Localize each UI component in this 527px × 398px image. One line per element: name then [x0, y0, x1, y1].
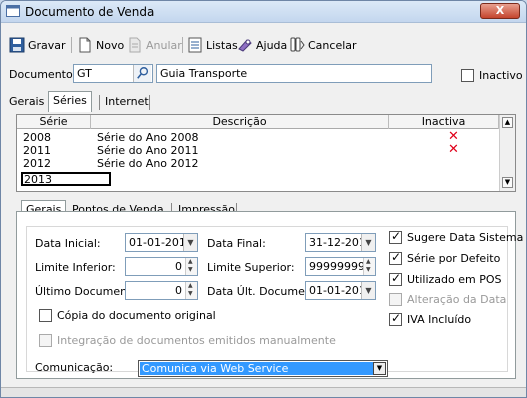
grid-scrollbar[interactable]: ▲ ▼	[499, 115, 515, 191]
alteracao-data-checkbox[interactable]	[389, 293, 402, 306]
comunicacao-select[interactable]: Comunica via Web Service ▼	[138, 360, 388, 377]
check-icon: ✓	[391, 271, 402, 285]
utilizado-pos-checkbox[interactable]: ✓	[389, 271, 402, 286]
spin-up-icon[interactable]: ▲	[366, 259, 371, 265]
cell-serie: 2008	[23, 131, 51, 144]
title-bar: Documento de Venda X	[1, 1, 526, 23]
column-header-descricao[interactable]: Descrição	[91, 115, 389, 129]
table-row[interactable]: 2011 Série do Ano 2011 ✕	[17, 142, 499, 157]
series-grid: Série Descrição Inactiva 2008 Série do A…	[16, 114, 516, 192]
list-icon	[188, 37, 202, 53]
data-final-field[interactable]: 31-12-2013 ▼	[305, 233, 376, 252]
limite-superior-field[interactable]: 999999999 ▲ ▼	[305, 257, 376, 276]
ultimo-documento-spinner[interactable]: ▲ ▼	[185, 282, 197, 299]
limite-superior-spinner[interactable]: ▲ ▼	[363, 258, 375, 275]
inactive-x-icon: ✕	[448, 142, 459, 157]
sugere-data-label: Sugere Data Sistema	[407, 231, 524, 244]
lists-button[interactable]: Listas	[187, 36, 238, 54]
limite-inferior-spinner[interactable]: ▲ ▼	[185, 258, 197, 275]
table-row[interactable]: 2008 Série do Ano 2008 ✕	[17, 130, 499, 144]
inactive-checkbox[interactable]	[461, 69, 474, 82]
main-tabs: Gerais Séries Internet	[5, 91, 305, 112]
cancel-button[interactable]: Cancelar	[289, 36, 357, 54]
document-label: Documento:	[9, 68, 77, 81]
help-button[interactable]: Ajuda	[237, 36, 287, 54]
spin-up-icon[interactable]: ▲	[188, 283, 193, 289]
toolbar-separator	[182, 37, 183, 53]
spin-up-icon[interactable]: ▲	[188, 259, 193, 265]
data-inicial-label: Data Inicial:	[35, 237, 101, 250]
sugere-data-checkbox[interactable]: ✓	[389, 229, 402, 244]
cell-serie: 2012	[23, 157, 51, 170]
column-header-serie[interactable]: Série	[17, 115, 91, 129]
close-button[interactable]: X	[480, 3, 520, 19]
cell-serie: 2011	[23, 144, 51, 157]
limite-inferior-label: Limite Inferior:	[35, 261, 116, 274]
data-ult-documento-field[interactable]: 01-01-2013 ▼	[305, 281, 376, 300]
document-search-button[interactable]	[133, 65, 151, 82]
integracao-label: Integração de documentos emitidos manual…	[57, 334, 336, 347]
data-final-label: Data Final:	[207, 237, 266, 250]
window-icon	[6, 5, 20, 17]
copia-label: Cópia do documento original	[57, 309, 216, 322]
limite-inferior-field[interactable]: 0 ▲ ▼	[125, 257, 198, 276]
comunicacao-value: Comunica via Web Service	[140, 362, 373, 375]
limite-superior-label: Limite Superior:	[207, 261, 295, 274]
status-bar	[1, 387, 526, 397]
calendar-dropdown-icon[interactable]: ▼	[361, 234, 375, 251]
tab-divider	[149, 95, 150, 110]
ultimo-documento-field[interactable]: 0 ▲ ▼	[125, 281, 198, 300]
spin-down-icon[interactable]: ▼	[188, 291, 193, 297]
grid-header: Série Descrição Inactiva	[17, 115, 499, 129]
search-icon	[137, 67, 149, 79]
spin-down-icon[interactable]: ▼	[188, 267, 193, 273]
tab-divider	[99, 95, 100, 110]
table-row[interactable]: 2012 Série do Ano 2012	[17, 157, 499, 170]
toolbar-separator	[71, 37, 72, 53]
tab-gerais[interactable]: Gerais	[5, 93, 48, 111]
cell-descricao: Série do Ano 2008	[97, 131, 199, 144]
chevron-down-icon[interactable]: ▼	[373, 362, 386, 375]
cell-descricao: Série do Ano 2011	[97, 144, 199, 157]
spin-down-icon[interactable]: ▼	[366, 267, 371, 273]
cancel-document-icon	[129, 37, 141, 53]
alteracao-data-label: Alteração da Data	[407, 293, 507, 306]
column-header-inactiva[interactable]: Inactiva	[389, 115, 499, 129]
serie-edit-cell[interactable]: 2013	[21, 172, 111, 186]
iva-incluido-label: IVA Incluído	[407, 313, 472, 326]
serie-por-defeito-label: Série por Defeito	[407, 252, 501, 265]
new-button[interactable]: Novo	[77, 36, 124, 54]
calendar-dropdown-icon[interactable]: ▼	[361, 282, 375, 299]
tab-internet[interactable]: Internet	[101, 93, 153, 111]
iva-incluido-checkbox[interactable]: ✓	[389, 311, 402, 326]
floppy-disk-icon	[9, 37, 25, 53]
scroll-down-icon[interactable]: ▼	[502, 177, 513, 188]
check-icon: ✓	[391, 229, 402, 243]
cancel-icon	[290, 37, 305, 52]
tab-series[interactable]: Séries	[48, 91, 92, 112]
general-frame: Data Inicial: 01-01-2013 ▼ Data Final: 3…	[26, 226, 523, 377]
inactive-label: Inactivo	[479, 69, 523, 82]
check-icon: ✓	[391, 311, 402, 325]
scroll-up-icon[interactable]: ▲	[502, 117, 513, 128]
calendar-dropdown-icon[interactable]: ▼	[183, 234, 197, 251]
check-icon: ✓	[391, 250, 402, 264]
document-description-field[interactable]: Guia Transporte	[156, 64, 432, 83]
help-icon	[238, 39, 252, 52]
comunicacao-label: Comunicação:	[35, 361, 114, 374]
save-button[interactable]: Gravar	[9, 36, 66, 54]
document-window: Documento de Venda X Gravar Novo Anular …	[0, 0, 527, 398]
data-inicial-field[interactable]: 01-01-2013 ▼	[125, 233, 198, 252]
new-document-icon	[79, 37, 91, 53]
copia-checkbox[interactable]	[39, 309, 52, 322]
serie-por-defeito-checkbox[interactable]: ✓	[389, 250, 402, 265]
cell-descricao: Série do Ano 2012	[97, 157, 199, 170]
integracao-checkbox[interactable]	[39, 334, 52, 347]
void-button[interactable]: Anular	[127, 36, 182, 54]
window-title: Documento de Venda	[25, 5, 155, 19]
utilizado-pos-label: Utilizado em POS	[407, 273, 502, 286]
general-panel: Data Inicial: 01-01-2013 ▼ Data Final: 3…	[16, 211, 523, 379]
